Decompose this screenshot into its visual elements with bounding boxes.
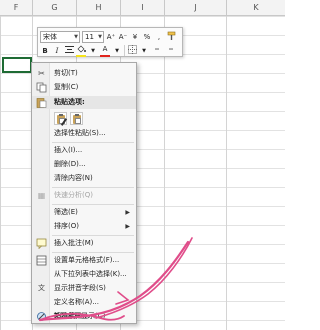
- paint-bucket-icon: [77, 45, 86, 52]
- menu-item-paste-special[interactable]: 选择性粘贴(S)...: [32, 127, 136, 140]
- chevron-right-icon: ▶: [125, 223, 130, 230]
- menu-item-sort[interactable]: 排序(O) ▶: [32, 220, 136, 233]
- increase-decimal-label: ⁰⁰: [154, 47, 159, 54]
- decrease-decimal-button[interactable]: ⁰⁰: [165, 45, 177, 57]
- font-color-button[interactable]: A: [100, 45, 110, 57]
- comma-format-button[interactable]: ,: [154, 31, 164, 43]
- align-center-button[interactable]: [64, 45, 74, 57]
- grid-line: [226, 16, 227, 330]
- menu-item-label: 显示拼音字段(S): [54, 284, 106, 292]
- font-name-select[interactable]: 宋体 ▼: [40, 30, 80, 43]
- menu-item-insert-comment[interactable]: 插入批注(M): [32, 237, 136, 250]
- column-header-j[interactable]: J: [165, 0, 227, 16]
- mini-toolbar: 宋体 ▼ 11 ▼ A⁺ A⁻ ¥ % , B I ▼ A ▼ ▼ ⁰⁰ ⁰⁰: [37, 27, 183, 57]
- menu-separator: [52, 204, 134, 205]
- phonetic-icon: 文: [38, 284, 45, 292]
- chevron-down-icon[interactable]: ▼: [112, 45, 122, 57]
- menu-header-label: 粘贴选项:: [54, 98, 85, 106]
- menu-item-label: 筛选(E): [54, 208, 78, 216]
- menu-separator: [52, 187, 134, 188]
- toolbar-divider: [124, 45, 125, 56]
- paintbrush-icon: [167, 31, 175, 40]
- clipboard-icon: [36, 97, 47, 108]
- selected-cell[interactable]: [2, 57, 32, 73]
- grow-font-button[interactable]: A⁺: [106, 31, 116, 43]
- menu-item-label: 剪切(T): [54, 69, 78, 77]
- menu-separator: [52, 142, 134, 143]
- chevron-down-icon[interactable]: ▼: [139, 45, 149, 57]
- chevron-down-icon[interactable]: ▼: [88, 45, 98, 57]
- menu-item-label: 复制(C): [54, 83, 79, 91]
- menu-item-label: 删除(D)...: [54, 160, 86, 168]
- font-size-value: 11: [85, 32, 94, 41]
- format-cells-icon: [36, 255, 47, 266]
- grid-line: [164, 16, 165, 330]
- menu-header-paste-options: 粘贴选项:: [32, 96, 136, 109]
- column-header-h[interactable]: H: [77, 0, 121, 16]
- column-header-g[interactable]: G: [33, 0, 77, 16]
- menu-item-label: 关闭全屏显示(C): [53, 312, 106, 320]
- menu-item-copy[interactable]: 复制(C): [32, 81, 136, 94]
- decrease-decimal-label: ⁰⁰: [168, 47, 173, 54]
- menu-item-label: 从下拉列表中选择(K)...: [54, 270, 127, 278]
- chevron-down-icon: ▼: [74, 33, 78, 40]
- increase-decimal-button[interactable]: ⁰⁰: [151, 45, 163, 57]
- quick-analysis-icon: ▦: [37, 191, 46, 200]
- copy-icon: [36, 82, 47, 93]
- menu-item-label: 选择性粘贴(S)...: [54, 129, 106, 137]
- menu-item-insert[interactable]: 插入(I)...: [32, 144, 136, 157]
- menu-item-filter[interactable]: 筛选(E) ▶: [32, 206, 136, 219]
- menu-item-format-cells[interactable]: 设置单元格格式(F)...: [32, 254, 136, 267]
- shrink-font-button[interactable]: A⁻: [118, 31, 128, 43]
- currency-format-button[interactable]: ¥: [130, 31, 140, 43]
- column-header-k[interactable]: K: [227, 0, 285, 16]
- menu-item-label: 快速分析(Q): [54, 191, 93, 199]
- font-name-value: 宋体: [43, 32, 57, 41]
- menu-item-label: 定义名称(A)...: [54, 298, 99, 306]
- menu-separator: [52, 252, 134, 253]
- menu-item-label: 清除内容(N): [54, 174, 93, 182]
- menu-item-quick-analysis: ▦ 快速分析(Q): [32, 189, 136, 202]
- fill-color-button[interactable]: [76, 45, 86, 57]
- column-header-f[interactable]: F: [0, 0, 33, 16]
- menu-item-delete[interactable]: 删除(D)...: [32, 158, 136, 171]
- bold-button[interactable]: B: [40, 45, 50, 57]
- menu-item-close-fullscreen[interactable]: 关闭全屏显示(C): [31, 310, 135, 323]
- menu-item-cut[interactable]: ✂ 剪切(T): [32, 67, 136, 80]
- clipboard-brush-icon: [57, 114, 68, 126]
- scissors-icon: ✂: [38, 69, 45, 78]
- borders-button[interactable]: [127, 44, 137, 57]
- menu-item-label: 排序(O): [54, 222, 79, 230]
- italic-button[interactable]: I: [52, 45, 62, 57]
- chevron-down-icon: ▼: [98, 33, 102, 40]
- menu-item-clear-contents[interactable]: 清除内容(N): [32, 172, 136, 185]
- font-size-select[interactable]: 11 ▼: [82, 30, 104, 43]
- menu-separator: [52, 235, 134, 236]
- menu-item-label: 插入(I)...: [54, 146, 83, 154]
- comment-icon: [36, 238, 47, 250]
- menu-item-phonetic[interactable]: 文 显示拼音字段(S): [32, 282, 136, 295]
- menu-item-label: 插入批注(M): [54, 239, 94, 247]
- menu-item-label: 设置单元格格式(F)...: [54, 256, 120, 264]
- menu-item-pick-from-list[interactable]: 从下拉列表中选择(K)...: [32, 268, 136, 281]
- clipboard-icon: [73, 114, 81, 124]
- column-header-i[interactable]: I: [121, 0, 165, 16]
- align-center-icon: [64, 45, 74, 53]
- context-menu: ✂ 剪切(T) 复制(C) 粘贴选项: 选择性粘贴(S)... 插入(I)...…: [31, 62, 137, 324]
- chevron-right-icon: ▶: [125, 209, 130, 216]
- menu-item-define-name[interactable]: 定义名称(A)...: [32, 296, 136, 309]
- format-painter-button[interactable]: [166, 31, 176, 43]
- paste-option-values[interactable]: [70, 112, 83, 125]
- percent-format-button[interactable]: %: [142, 31, 152, 43]
- borders-icon: [127, 44, 137, 54]
- column-header-bar: F G H I J K: [0, 0, 285, 16]
- paste-option-formatting[interactable]: [54, 112, 68, 126]
